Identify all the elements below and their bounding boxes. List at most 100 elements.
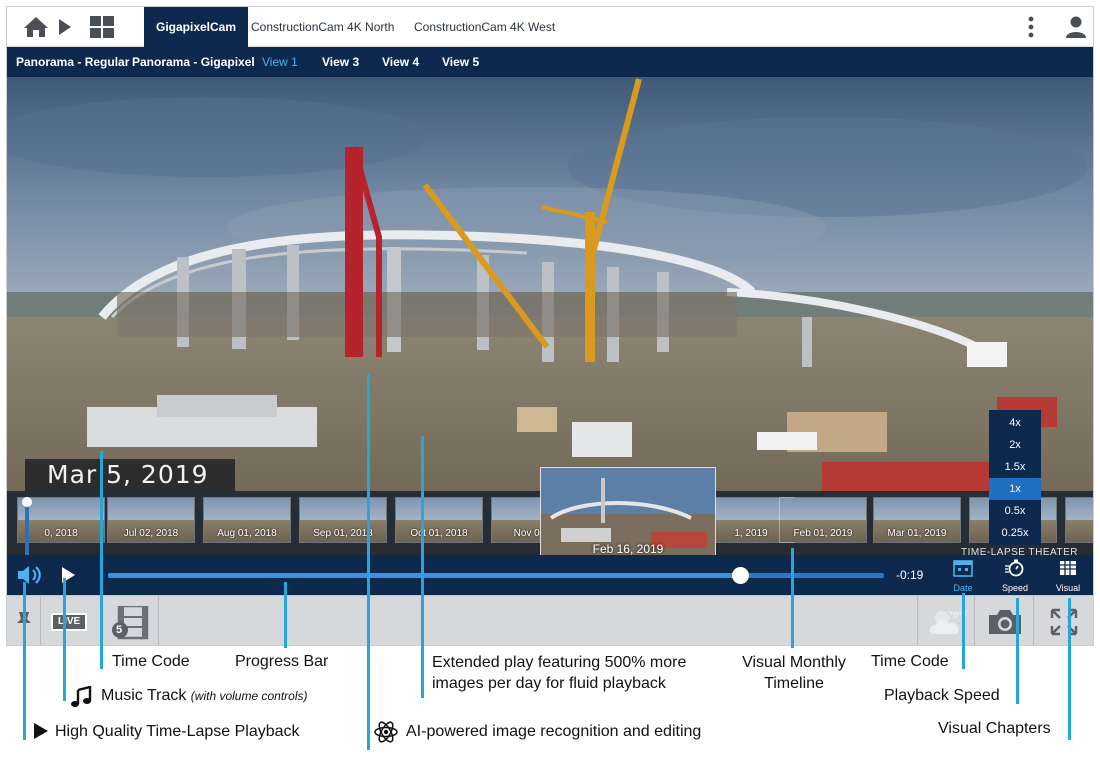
time-remaining: -0:19	[896, 568, 924, 582]
thumbnail-sky	[204, 498, 290, 520]
volume-slider-knob[interactable]	[22, 497, 32, 507]
annotation-music-track-title: Music Track	[101, 687, 187, 704]
leader-progress-bar	[284, 582, 287, 648]
leader-ai-powered	[367, 374, 370, 750]
progress-bar[interactable]	[108, 567, 884, 584]
clip-count-badge: 5	[116, 624, 123, 636]
date-control[interactable]: Date	[943, 559, 983, 593]
calendar-icon	[953, 560, 973, 577]
view-panorama-gigapixel[interactable]: Panorama - Gigapixel	[132, 47, 255, 77]
stopwatch-icon	[1005, 559, 1024, 577]
annotation-extended-play: Extended play featuring 500% more images…	[432, 654, 687, 692]
speed-option[interactable]: 0.25x	[989, 522, 1041, 544]
volume-slider[interactable]	[22, 497, 32, 555]
timeline-thumbnail-label: Aug 01, 2018	[217, 528, 277, 539]
speed-option[interactable]: 2x	[989, 434, 1041, 456]
thumbnail-sky	[1066, 498, 1093, 520]
timeline-thumbnail[interactable]: Mar 01, 2019	[873, 497, 961, 543]
leader-high-quality	[23, 582, 26, 740]
annotation-high-quality: High Quality Time-Lapse Playback	[55, 723, 300, 740]
timelapse-viewer[interactable]: Mar 5, 2019 0, 2018 Jul 02, 2018 Aug 01, 2…	[7, 77, 1093, 555]
annotation-music-track-note: (with volume controls)	[190, 689, 308, 703]
live-badge: LIVE	[51, 613, 88, 631]
bottom-toolbar: LIVE 5 70°F	[7, 595, 1093, 645]
annotation-playback-speed: Playback Speed	[884, 687, 1000, 704]
tab-constructioncam-4k-north[interactable]: ConstructionCam 4K North	[239, 7, 406, 47]
timeline-thumbnail-label: Sep 01, 2018	[313, 528, 373, 539]
speed-control[interactable]: Speed	[995, 559, 1035, 593]
timelapse-app: GigapixelCam ConstructionCam 4K North Co…	[6, 6, 1094, 646]
fullscreen-button[interactable]	[1034, 596, 1093, 645]
leader-time-code-left	[100, 451, 103, 669]
leader-extended-play	[421, 436, 424, 698]
view-nav: Panorama - Regular Panorama - Gigapixel …	[7, 47, 1093, 77]
visual-control[interactable]: Visual	[1048, 559, 1088, 593]
weather-button[interactable]: 70°F	[917, 596, 975, 645]
annotation-ai-powered: AI-powered image recognition and editing	[406, 723, 702, 740]
speed-control-label: Speed	[1001, 583, 1029, 593]
timeline-thumbnail-label: Feb 01, 2019	[793, 528, 853, 539]
timeline-thumbnail-label: Jul 02, 2018	[123, 528, 179, 539]
speed-option[interactable]: 4x	[989, 412, 1041, 434]
snapshot-button[interactable]	[975, 596, 1034, 645]
preview-date-label: Feb 16, 2019	[592, 542, 664, 555]
clips-button[interactable]: 5	[103, 596, 159, 645]
annotation-visual-monthly-timeline: Visual Monthly Timeline	[742, 654, 846, 692]
screenshot-root: GigapixelCam ConstructionCam 4K North Co…	[0, 0, 1100, 765]
visual-control-label: Visual	[1055, 583, 1081, 593]
thumbnail-sky	[300, 498, 386, 520]
annotation-time-code-right: Time Code	[871, 653, 949, 670]
annotation-time-code-left: Time Code	[112, 653, 190, 670]
thumbnail-sky	[396, 498, 482, 520]
home-icon[interactable]	[23, 15, 49, 44]
thumbnail-sky	[780, 498, 866, 520]
music-note-icon	[70, 685, 92, 713]
progress-bar-knob[interactable]	[732, 567, 750, 584]
leader-music-track	[63, 578, 66, 701]
play-icon[interactable]	[57, 17, 73, 42]
timeline-thumbnail[interactable]: Jul 02, 2018	[107, 497, 195, 543]
annotation-progress-bar: Progress Bar	[235, 653, 329, 670]
timeline-thumbnail[interactable]: Oct 01, 2018	[395, 497, 483, 543]
speed-option[interactable]: 0.5x	[989, 500, 1041, 522]
progress-bar-fill	[108, 573, 741, 578]
user-account-icon[interactable]	[1065, 15, 1087, 44]
leader-visual-timeline	[791, 548, 794, 648]
live-button[interactable]: LIVE	[41, 596, 103, 645]
volume-icon[interactable]	[16, 564, 44, 591]
atom-icon	[373, 719, 399, 750]
speed-option[interactable]: 1x	[989, 478, 1041, 500]
annotation-music-track: Music Track (with volume controls)	[101, 687, 308, 705]
player-controls: -0:19 Date Speed Visual	[7, 555, 1093, 595]
timeline-thumbnail-label: Oct 01, 2018	[410, 528, 468, 539]
playback-speed-menu[interactable]: 4x 2x 1.5x 1x 0.5x 0.25x	[989, 410, 1041, 545]
timeline-thumbnail[interactable]: Sep 01, 2018	[299, 497, 387, 543]
tab-constructioncam-4k-west[interactable]: ConstructionCam 4K West	[402, 7, 567, 47]
date-control-label: Date	[953, 583, 973, 593]
speed-option[interactable]: 1.5x	[989, 456, 1041, 478]
visual-chapters-icon	[1060, 561, 1076, 575]
timeline-thumbnail[interactable]: Aug 01, 2018	[203, 497, 291, 543]
timeline-thumbnail-label: May	[1066, 528, 1093, 539]
annotation-visual-chapters: Visual Chapters	[938, 720, 1051, 737]
thumbnail-sky	[874, 498, 960, 520]
leader-playback-speed	[1016, 598, 1019, 704]
timeline-preview: Feb 16, 2019	[540, 467, 716, 555]
view-4[interactable]: View 4	[382, 47, 419, 77]
view-5[interactable]: View 5	[442, 47, 479, 77]
grid-view-icon[interactable]	[89, 15, 115, 44]
tab-gigapixelcam[interactable]: GigapixelCam	[144, 7, 249, 47]
view-1[interactable]: View 1	[262, 47, 298, 77]
view-panorama-regular[interactable]: Panorama - Regular	[16, 47, 129, 77]
top-bar: GigapixelCam ConstructionCam 4K North Co…	[7, 7, 1093, 47]
thumbnail-sky	[108, 498, 194, 520]
timecode-display: Mar 5, 2019	[25, 459, 235, 491]
timeline-thumbnail-label: 0, 2018	[44, 528, 78, 539]
leader-visual-chapters	[1068, 598, 1071, 740]
more-options-icon[interactable]	[1027, 16, 1035, 43]
fullscreen-icon	[1050, 608, 1078, 636]
timeline-thumbnail[interactable]: May	[1065, 497, 1093, 543]
view-3[interactable]: View 3	[322, 47, 359, 77]
timeline-thumbnail[interactable]: Feb 01, 2019	[779, 497, 867, 543]
play-triangle-icon	[33, 722, 49, 745]
